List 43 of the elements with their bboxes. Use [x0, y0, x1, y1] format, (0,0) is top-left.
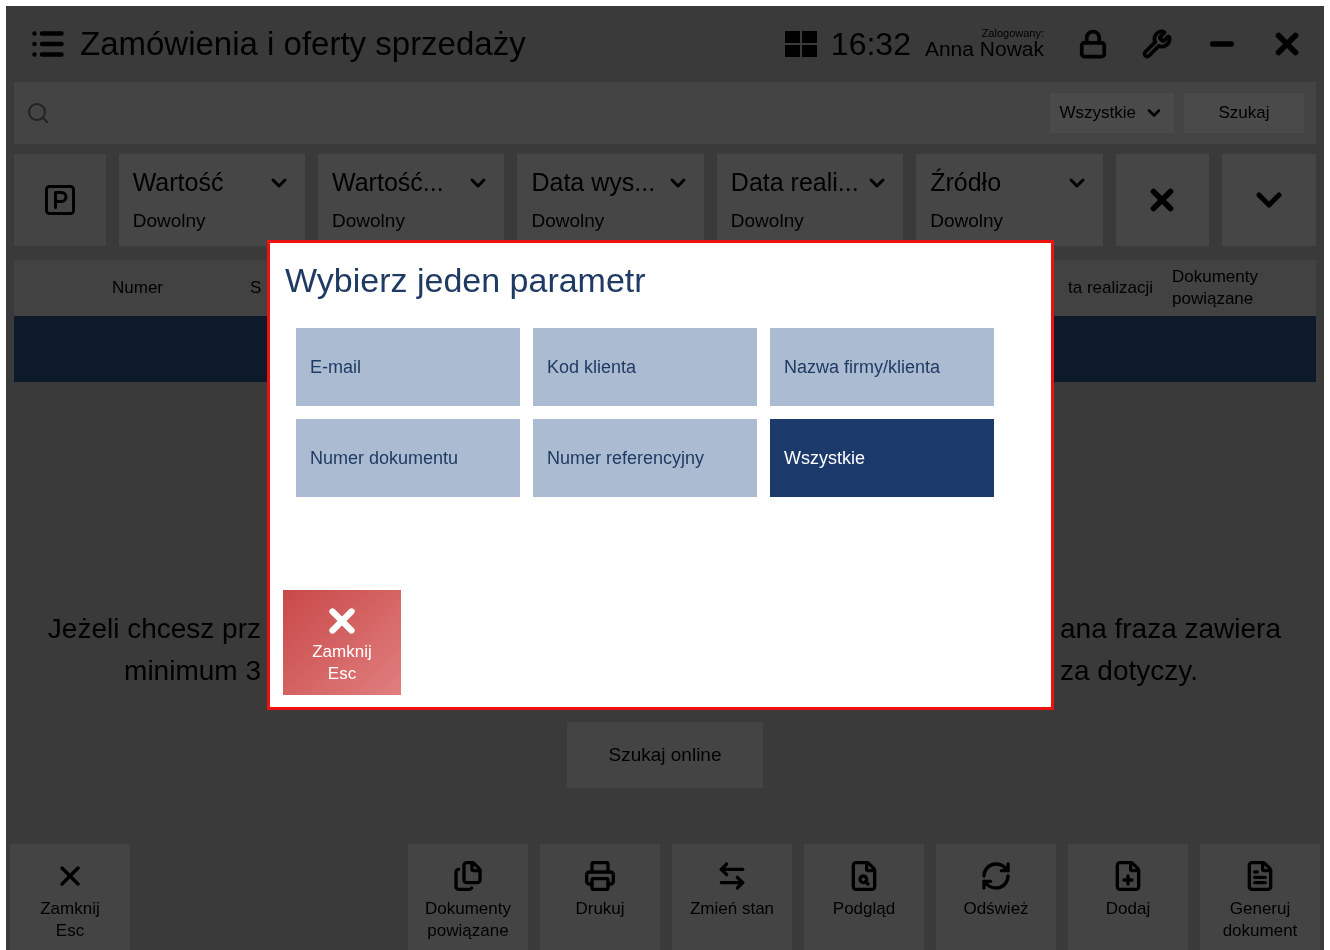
printer-icon: [584, 860, 616, 892]
refresh-icon: [980, 860, 1012, 892]
parameter-option[interactable]: Numer referencyjny: [533, 419, 757, 497]
search-button[interactable]: Szukaj: [1184, 93, 1304, 133]
column-header[interactable]: Dokumenty powiązane: [1172, 265, 1292, 311]
search-online-button[interactable]: Szukaj online: [567, 722, 763, 788]
lock-icon[interactable]: [1078, 29, 1108, 59]
user-name: Anna Nowak: [924, 37, 1044, 61]
scope-dropdown[interactable]: Wszystkie: [1049, 93, 1174, 133]
wrench-icon[interactable]: [1142, 29, 1172, 59]
toolbar-button[interactable]: Podgląd: [804, 844, 924, 950]
column-header[interactable]: Numer: [112, 276, 250, 300]
expand-button[interactable]: [1222, 154, 1316, 246]
filter-dropdown[interactable]: Wartość Dowolny: [118, 154, 306, 246]
toolbar-button[interactable]: Zmień stan: [672, 844, 792, 950]
parameter-option[interactable]: Wszystkie: [770, 419, 994, 497]
clock-time: 16:32: [830, 25, 911, 63]
hint-text: Jeżeli chcesz prz: [47, 612, 261, 646]
tiles-icon[interactable]: [784, 31, 817, 57]
hint-text: ana fraza zawiera: [1060, 612, 1281, 646]
toolbar-button[interactable]: Dodaj: [1068, 844, 1188, 950]
parameter-option[interactable]: E-mail: [296, 328, 520, 406]
parameter-option[interactable]: Nazwa firmy/klienta: [770, 328, 994, 406]
hint-text: za dotyczy.: [1060, 654, 1198, 688]
toolbar-button[interactable]: Dokumenty powiązane: [408, 844, 528, 950]
parameter-option[interactable]: Kod klienta: [533, 328, 757, 406]
toolbar-button[interactable]: Odśwież: [936, 844, 1056, 950]
parameter-option[interactable]: Numer dokumentu: [296, 419, 520, 497]
page-title: Zamówienia i oferty sprzedaży: [80, 25, 527, 63]
column-header[interactable]: ta realizacji: [1068, 276, 1164, 300]
dialog-title: Wybierz jeden parametr: [285, 261, 647, 300]
files-icon: [452, 860, 484, 892]
toolbar-button[interactable]: Drukuj: [540, 844, 660, 950]
parking-tile[interactable]: [14, 154, 106, 246]
toolbar-button[interactable]: Generuj dokument: [1200, 844, 1320, 950]
logged-in-label: Zalogowany:: [981, 27, 1044, 39]
search-icon: [26, 101, 50, 125]
clear-filters-button[interactable]: [1115, 154, 1210, 246]
close-dialog-button[interactable]: Zamknij Esc: [283, 590, 401, 695]
column-header[interactable]: S: [250, 276, 264, 300]
filter-dropdown[interactable]: Źródło Dowolny: [916, 154, 1103, 246]
hint-text: minimum 3: [124, 654, 261, 688]
toolbar-button[interactable]: Zamknij Esc: [10, 844, 130, 950]
